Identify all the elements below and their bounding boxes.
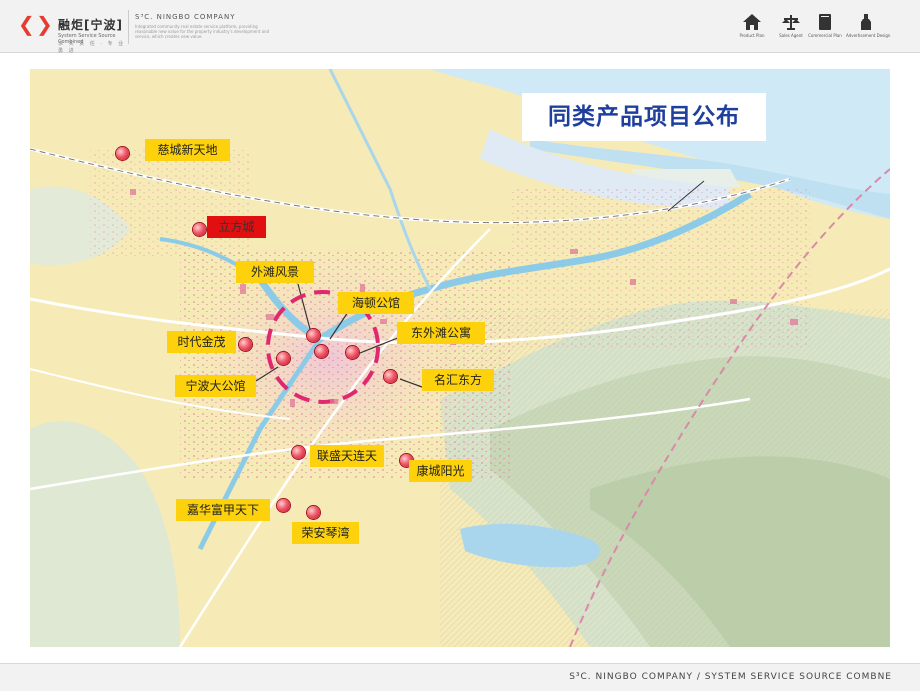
- marker-pin[interactable]: [292, 446, 305, 459]
- marker-pin[interactable]: [315, 345, 328, 358]
- logo-chinese-name: 融炬[宁波]: [58, 18, 123, 32]
- marker-pin[interactable]: [384, 370, 397, 383]
- marker-label[interactable]: 嘉华富甲天下: [176, 499, 270, 521]
- marker-label[interactable]: 慈城新天地: [145, 139, 230, 161]
- company-name: S³C. NINGBO COMPANY: [135, 13, 236, 21]
- company-logo[interactable]: ❮ ❯ 融炬[宁波] System Service Source Combine…: [18, 12, 128, 54]
- scale-icon: [782, 15, 800, 30]
- nav-product-plan[interactable]: Product Plan: [732, 14, 772, 46]
- chevron-right-icon: ❯: [36, 12, 53, 36]
- marker-pin[interactable]: [277, 352, 290, 365]
- marker-pin[interactable]: [239, 338, 252, 351]
- logo-slogan: 求 实 责 任 · 专 业 勇 进: [58, 41, 126, 54]
- footer-text: S³C. NINGBO COMPANY / SYSTEM SERVICE SOU…: [569, 672, 892, 682]
- marker-pin[interactable]: [193, 223, 206, 236]
- footer-bar: S³C. NINGBO COMPANY / SYSTEM SERVICE SOU…: [0, 663, 920, 691]
- house-icon: [743, 14, 761, 30]
- marker-label[interactable]: 荣安琴湾: [292, 522, 359, 544]
- marker-label[interactable]: 康城阳光: [409, 460, 472, 482]
- marker-pin[interactable]: [116, 147, 129, 160]
- marker-label[interactable]: 宁波大公馆: [175, 375, 256, 397]
- header-divider: [128, 10, 129, 44]
- marker-pin[interactable]: [307, 329, 320, 342]
- nav-commercial-plan[interactable]: Commercial Plan: [805, 14, 845, 46]
- bottle-icon: [861, 14, 871, 30]
- marker-label[interactable]: 海顿公馆: [338, 292, 414, 314]
- marker-label[interactable]: 外滩风景: [236, 261, 314, 283]
- marker-pin[interactable]: [307, 506, 320, 519]
- marker-label[interactable]: 东外滩公寓: [397, 322, 485, 344]
- nav-label: Advertisement Design: [846, 33, 891, 38]
- company-description: Integrated community real estate service…: [135, 24, 270, 39]
- book-icon: [819, 14, 831, 30]
- marker-label[interactable]: 时代金茂: [167, 331, 236, 353]
- marker-label[interactable]: 名汇东方: [422, 369, 494, 391]
- nav-label: Product Plan: [739, 33, 765, 38]
- marker-pin[interactable]: [346, 346, 359, 359]
- chevron-left-icon: ❮: [18, 12, 35, 36]
- city-map[interactable]: 慈城新天地 立方城 外滩风景 海顿公馆 东外滩公寓 时代金茂 宁波大公馆 名汇东…: [30, 69, 890, 647]
- page-title: 同类产品项目公布: [522, 93, 766, 141]
- header-bar: ❮ ❯ 融炬[宁波] System Service Source Combine…: [0, 0, 920, 54]
- marker-label[interactable]: 联盛天连天: [310, 445, 384, 467]
- nav-advertisement-design[interactable]: Advertisement Design: [846, 14, 891, 46]
- nav-label: Commercial Plan: [808, 33, 842, 38]
- marker-pin[interactable]: [277, 499, 290, 512]
- marker-label-highlighted[interactable]: 立方城: [207, 216, 266, 238]
